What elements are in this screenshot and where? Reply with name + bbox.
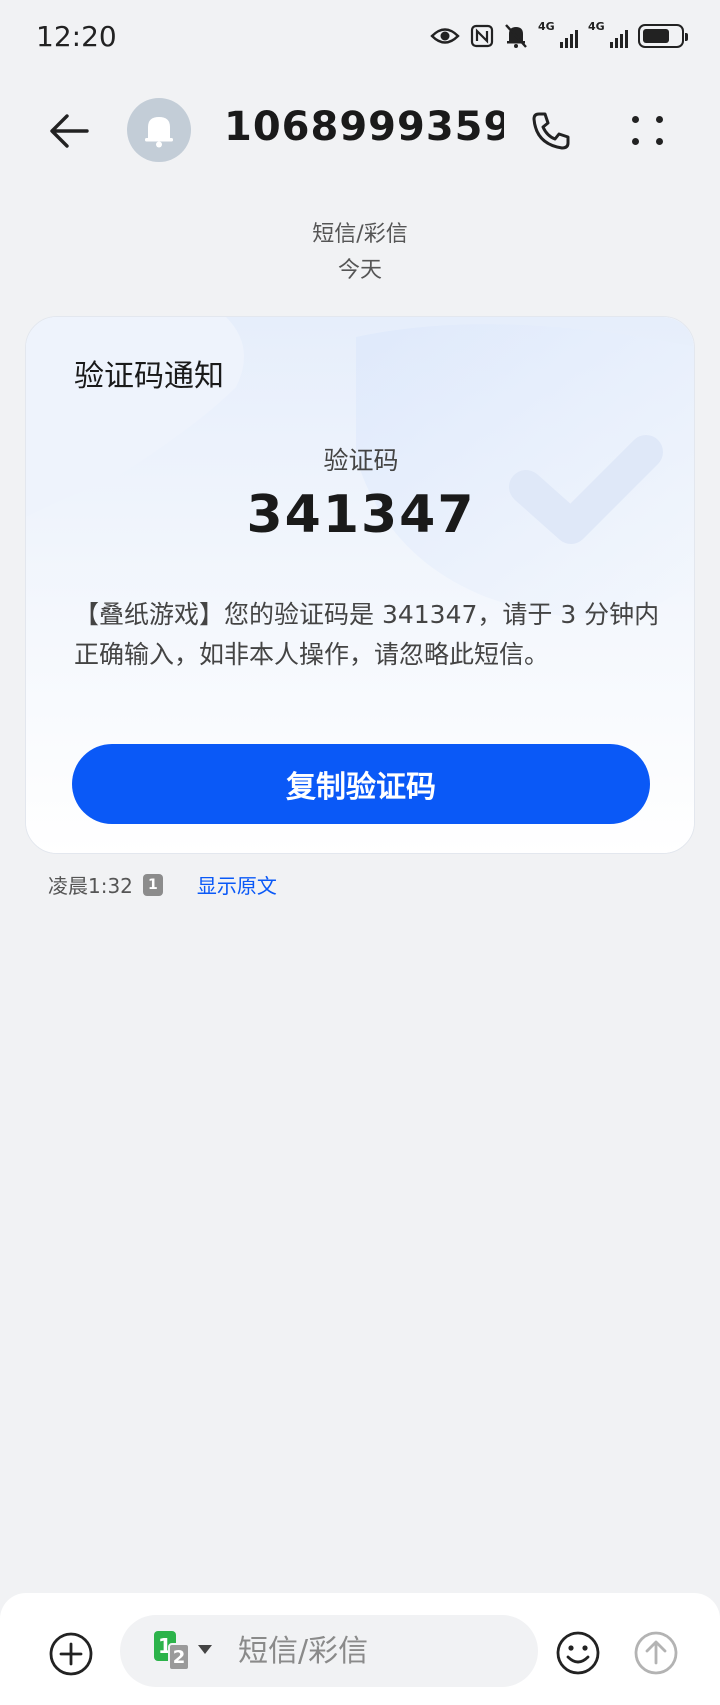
arrow-left-icon — [50, 114, 89, 148]
card-title: 验证码通知 — [74, 359, 224, 394]
status-time: 12:20 — [36, 20, 117, 53]
eye-icon — [430, 28, 460, 44]
emoji-button[interactable] — [554, 1629, 602, 1677]
contact-name[interactable]: 1068999359… — [224, 104, 504, 150]
status-bar: 12:20 4G 4G — [0, 0, 720, 74]
caret-down-icon — [198, 1645, 212, 1654]
bell-icon — [145, 117, 173, 148]
conversation-header: 1068999359… — [0, 88, 720, 174]
signal-label: 4G — [538, 20, 555, 33]
date-divider: 今天 — [337, 258, 382, 283]
verification-code[interactable]: 341347 — [26, 485, 694, 545]
show-original-link[interactable]: 显示原文 — [197, 870, 277, 899]
sim-switch[interactable]: 1 2 — [154, 1631, 214, 1671]
nfc-icon — [470, 24, 494, 48]
code-label: 验证码 — [323, 446, 399, 475]
message-type-label: 短信/彩信 — [312, 222, 408, 247]
signal-label: 4G — [588, 20, 605, 33]
smiley-icon — [556, 1631, 600, 1675]
avatar[interactable] — [127, 98, 191, 162]
add-attachment-button[interactable] — [48, 1631, 94, 1677]
back-button[interactable] — [44, 106, 94, 156]
more-options-button[interactable] — [624, 106, 674, 156]
call-button[interactable] — [526, 106, 576, 156]
message-meta: 凌晨1:32 1 显示原文 — [48, 870, 277, 899]
verification-card: 验证码通知 验证码 341347 【叠纸游戏】您的验证码是 341347，请于 … — [25, 316, 695, 854]
mute-bell-icon — [505, 24, 527, 48]
status-icons: 4G 4G — [430, 20, 688, 50]
sim2-icon: 2 — [168, 1643, 190, 1671]
message-field: 1 2 — [120, 1615, 538, 1687]
battery-icon — [638, 24, 688, 48]
send-button[interactable] — [632, 1629, 680, 1677]
copy-code-button[interactable]: 复制验证码 — [72, 744, 650, 824]
arrow-up-icon — [634, 1631, 678, 1675]
message-input[interactable] — [238, 1629, 518, 1673]
signal-icon: 4G — [538, 20, 578, 50]
message-time: 凌晨1:32 — [48, 874, 133, 898]
message-body[interactable]: 【叠纸游戏】您的验证码是 341347，请于 3 分钟内正确输入，如非本人操作，… — [74, 595, 660, 675]
compose-bar: 1 2 — [0, 1593, 720, 1705]
phone-icon — [532, 112, 570, 150]
sim-badge: 1 — [142, 873, 163, 896]
signal-icon: 4G — [588, 20, 628, 50]
plus-circle-icon — [49, 1632, 93, 1676]
